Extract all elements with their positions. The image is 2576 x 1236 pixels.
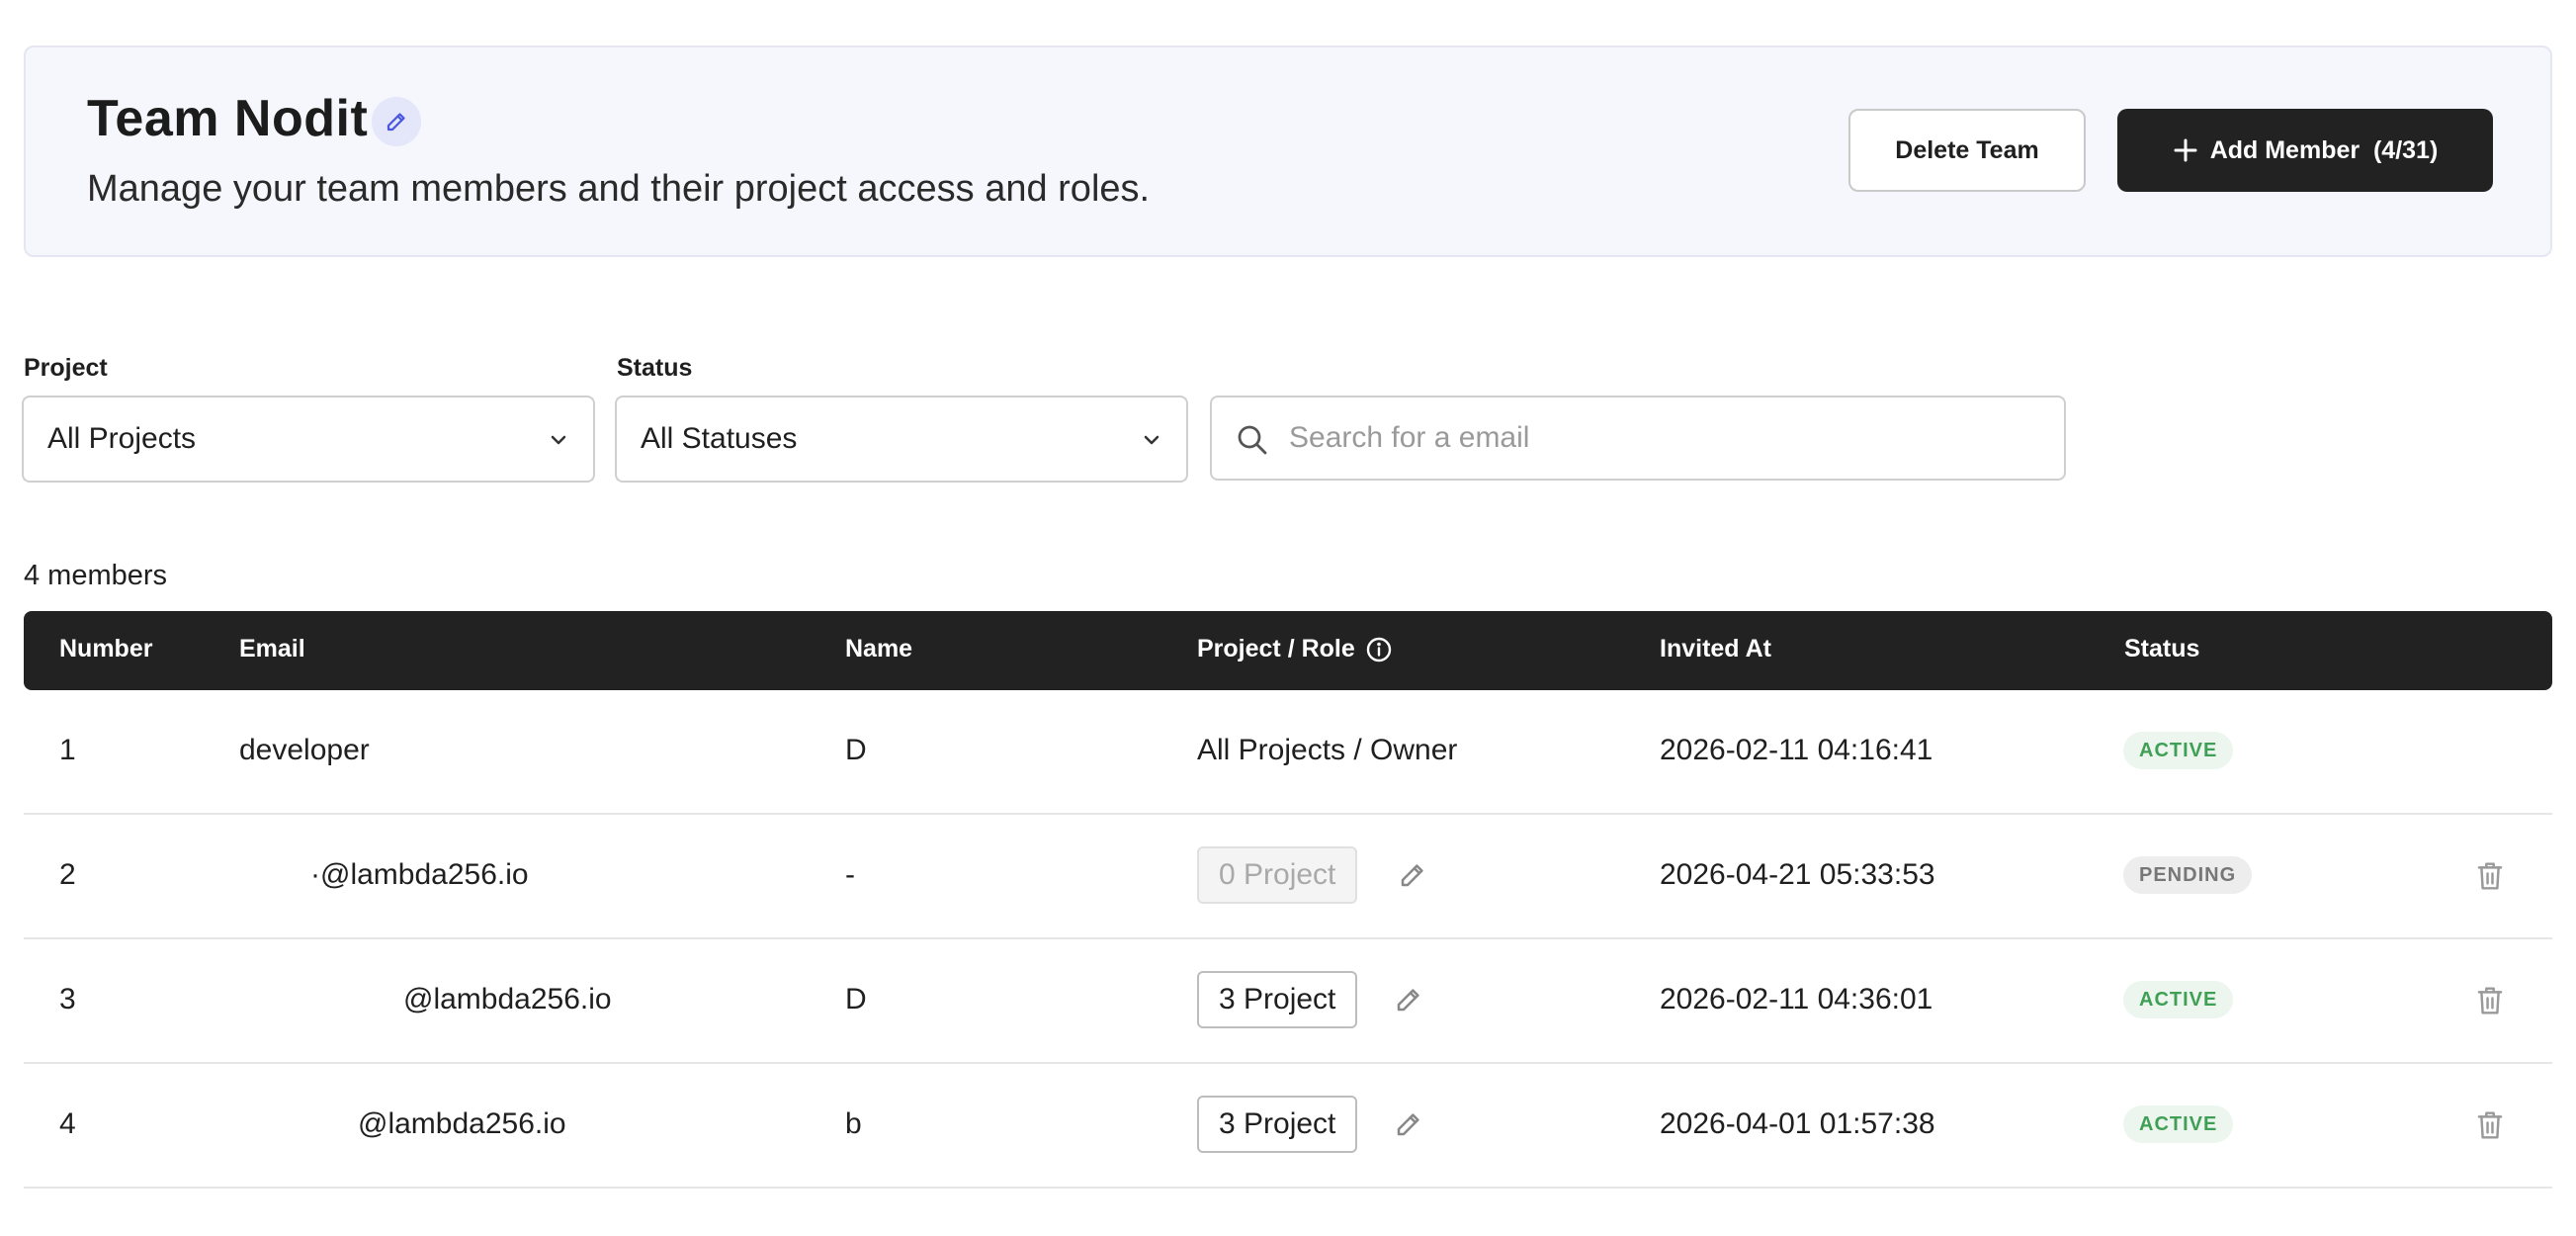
row-number: 4	[59, 1107, 76, 1140]
column-project-role-label: Project / Role	[1197, 635, 1355, 662]
project-count-button[interactable]: 3 Project	[1197, 971, 1358, 1028]
project-select[interactable]: All Projects	[22, 396, 595, 483]
trash-icon[interactable]	[2475, 1109, 2505, 1141]
search-email-input[interactable]: Search for a email	[1210, 396, 2066, 481]
edit-team-name-button[interactable]	[372, 97, 421, 146]
trash-icon[interactable]	[2475, 860, 2505, 892]
column-email: Email	[239, 635, 305, 662]
column-invited-at: Invited At	[1660, 635, 1771, 662]
edit-project-pencil-icon[interactable]	[1398, 860, 1427, 890]
status-badge: ACTIVE	[2123, 981, 2234, 1018]
delete-team-button[interactable]: Delete Team	[1848, 109, 2086, 192]
team-title: Team Nodit	[87, 90, 369, 147]
row-invited-at: 2026-04-21 05:33:53	[1660, 858, 1935, 891]
row-email: ·@lambda256.io	[310, 858, 529, 891]
pencil-icon	[386, 113, 405, 132]
row-invited-at: 2026-02-11 04:16:41	[1660, 734, 1933, 766]
member-count: 4 members	[24, 560, 168, 591]
search-icon	[1238, 425, 1267, 455]
row-name: D	[845, 983, 867, 1015]
edit-project-pencil-icon[interactable]	[1394, 985, 1423, 1015]
add-member-button[interactable]: Add Member (4/31)	[2117, 109, 2493, 192]
table-row[interactable]: 1 developer D All Projects / Owner 2026-…	[24, 690, 2552, 815]
table-header: Number Email Name Project / Role Invited…	[24, 611, 2552, 690]
status-badge: PENDING	[2123, 856, 2253, 894]
row-email: @lambda256.io	[403, 983, 612, 1015]
row-name: b	[845, 1107, 862, 1140]
status-badge: ACTIVE	[2123, 732, 2234, 769]
column-status: Status	[2124, 635, 2200, 662]
row-number: 3	[59, 983, 76, 1015]
table-row[interactable]: 4 @lambda256.io b 3 Project 2026-04-01 0…	[24, 1064, 2552, 1189]
row-invited-at: 2026-04-01 01:57:38	[1660, 1107, 1935, 1140]
project-count-button[interactable]: 3 Project	[1197, 1096, 1358, 1153]
row-name: D	[845, 734, 867, 766]
chevron-down-icon	[551, 435, 566, 445]
table-row[interactable]: 3 @lambda256.io D 3 Project 2026-02-11 0…	[24, 939, 2552, 1064]
table-row[interactable]: 2 ·@lambda256.io - 0 Project 2026-04-21 …	[24, 815, 2552, 939]
row-email: developer	[239, 734, 370, 766]
team-header-card: Team Nodit Manage your team members and …	[24, 45, 2552, 257]
info-icon[interactable]	[1365, 636, 1393, 663]
chevron-down-icon	[1144, 435, 1159, 445]
row-name: -	[845, 858, 855, 891]
edit-project-pencil-icon[interactable]	[1394, 1109, 1423, 1139]
status-select-value: All Statuses	[641, 422, 798, 455]
row-project-role: All Projects / Owner	[1197, 734, 1458, 766]
trash-icon[interactable]	[2475, 985, 2505, 1016]
row-email: @lambda256.io	[358, 1107, 566, 1140]
add-member-label: Add Member (4/31)	[2209, 135, 2439, 164]
row-number: 1	[59, 734, 76, 766]
project-select-value: All Projects	[47, 422, 197, 455]
column-project-role: Project / Role	[1197, 635, 1393, 663]
status-badge: ACTIVE	[2123, 1105, 2234, 1143]
search-placeholder: Search for a email	[1289, 421, 1530, 454]
team-subtitle: Manage your team members and their proje…	[87, 168, 1151, 210]
project-filter-label: Project	[24, 354, 108, 382]
status-select[interactable]: All Statuses	[615, 396, 1188, 483]
plus-icon	[2174, 138, 2197, 162]
project-count-button[interactable]: 0 Project	[1197, 846, 1358, 904]
row-number: 2	[59, 858, 76, 891]
column-name: Name	[845, 635, 913, 662]
column-number: Number	[59, 635, 153, 662]
status-filter-label: Status	[617, 354, 693, 382]
row-invited-at: 2026-02-11 04:36:01	[1660, 983, 1933, 1015]
